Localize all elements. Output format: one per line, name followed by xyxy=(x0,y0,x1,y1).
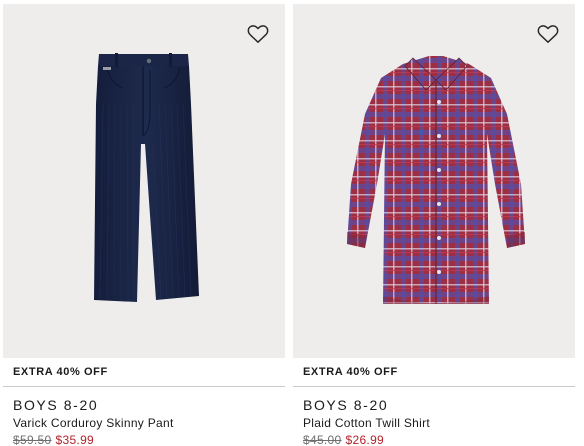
price-group: $45.00 $26.99 xyxy=(303,433,384,446)
product-image-area[interactable] xyxy=(3,4,285,358)
heart-outline-icon[interactable] xyxy=(247,24,269,44)
heart-outline-icon[interactable] xyxy=(537,24,559,44)
red-plaid-shirt-icon xyxy=(347,56,525,304)
sale-price: $35.99 xyxy=(55,433,95,446)
sale-price: $26.99 xyxy=(345,433,385,446)
product-grid: EXTRA 40% OFF BOYS 8-20 Varick Corduroy … xyxy=(0,0,584,446)
original-price: $59.50 xyxy=(13,433,52,446)
product-card[interactable]: EXTRA 40% OFF BOYS 8-20 Plaid Cotton Twi… xyxy=(293,0,575,446)
product-name-link[interactable]: Plaid Cotton Twill Shirt xyxy=(303,416,430,430)
price-group: $59.50 $35.99 xyxy=(13,433,94,446)
product-category: BOYS 8-20 xyxy=(303,397,389,413)
promo-label: EXTRA 40% OFF xyxy=(13,366,108,378)
navy-corduroy-pants-icon xyxy=(94,53,199,302)
promo-label: EXTRA 40% OFF xyxy=(303,366,398,378)
product-category: BOYS 8-20 xyxy=(13,397,99,413)
divider xyxy=(3,386,285,387)
original-price: $45.00 xyxy=(303,433,342,446)
product-image-area[interactable] xyxy=(293,4,575,358)
product-name-link[interactable]: Varick Corduroy Skinny Pant xyxy=(13,416,174,430)
product-card[interactable]: EXTRA 40% OFF BOYS 8-20 Varick Corduroy … xyxy=(3,0,285,446)
divider xyxy=(293,386,575,387)
